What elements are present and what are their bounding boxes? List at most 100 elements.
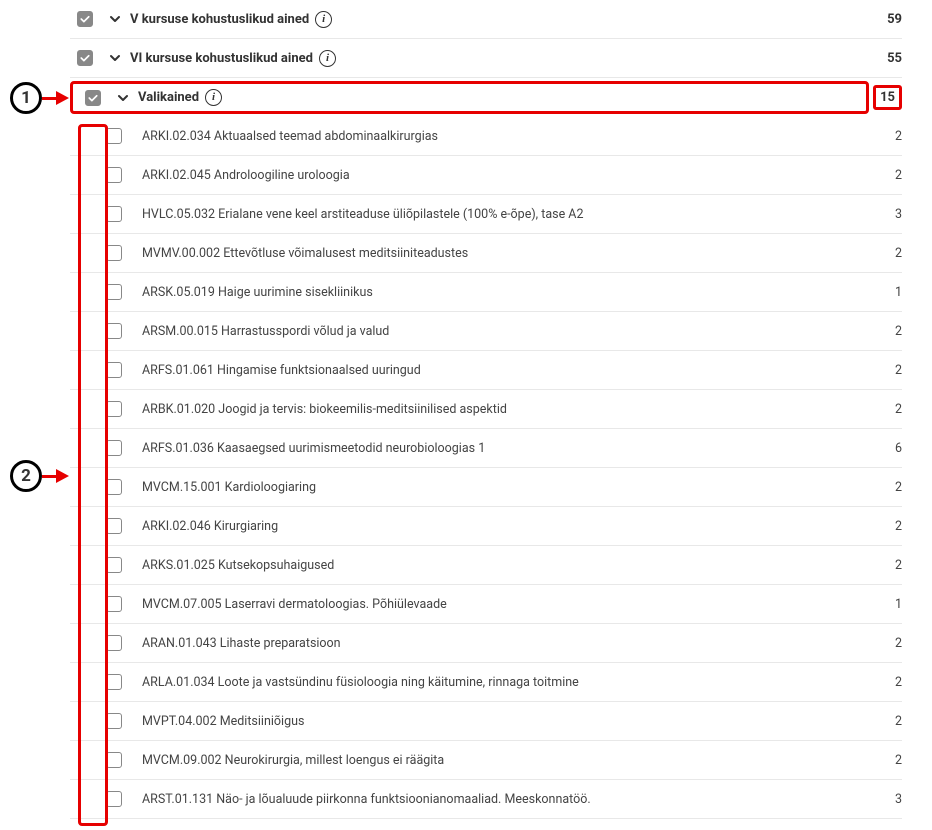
section-row: Valikainedi15 <box>70 78 902 117</box>
callout-2: 2 <box>10 460 69 492</box>
course-checkbox-wrap <box>70 323 130 339</box>
course-checkbox[interactable] <box>106 440 122 456</box>
section-credits: 55 <box>862 51 902 66</box>
course-row: ARFS.01.061 Hingamise funktsionaalsed uu… <box>70 351 902 390</box>
section-label: VI kursuse kohustuslikud ained <box>130 51 313 66</box>
course-name: HVLC.05.032 Erialane vene keel arstitead… <box>130 207 862 222</box>
section-checkbox[interactable] <box>85 90 101 106</box>
course-name: ARFS.01.061 Hingamise funktsionaalsed uu… <box>130 363 862 378</box>
course-row: ARKI.02.046 Kirurgiaring2 <box>70 507 902 546</box>
section-row: V kursuse kohustuslikud ained i 59 <box>70 0 902 39</box>
course-row: MVPT.04.002 Meditsiiniõigus2 <box>70 702 902 741</box>
course-row: ARKI.02.034 Aktuaalsed teemad abdominaal… <box>70 117 902 156</box>
callout-arrow-2 <box>56 469 69 483</box>
section-checkbox-wrap <box>70 50 100 66</box>
course-checkbox[interactable] <box>106 557 122 573</box>
course-credits: 2 <box>862 168 902 183</box>
course-checkbox-wrap <box>70 557 130 573</box>
course-checkbox[interactable] <box>106 401 122 417</box>
info-icon[interactable]: i <box>315 11 332 28</box>
course-checkbox[interactable] <box>106 596 122 612</box>
callout-arrow-1 <box>56 91 69 105</box>
course-checkbox-wrap <box>70 167 130 183</box>
chevron-down-icon[interactable] <box>100 50 130 66</box>
section-checkbox-wrap <box>70 11 100 27</box>
course-row: MVCM.07.005 Laserravi dermatoloogias. Põ… <box>70 585 902 624</box>
section-checkbox-wrap <box>78 90 108 106</box>
course-credits: 2 <box>862 753 902 768</box>
course-credits: 2 <box>862 519 902 534</box>
course-credits: 2 <box>862 324 902 339</box>
course-checkbox[interactable] <box>106 791 122 807</box>
section-label: V kursuse kohustuslikud ained <box>130 12 309 27</box>
course-checkbox-wrap <box>70 479 130 495</box>
course-name: ARST.01.131 Näo- ja lõualuude piirkonna … <box>130 792 862 807</box>
course-credits: 3 <box>862 792 902 807</box>
callout-line-2 <box>42 475 56 478</box>
course-checkbox[interactable] <box>106 284 122 300</box>
course-checkbox[interactable] <box>106 479 122 495</box>
section-label: Valikained <box>138 90 199 105</box>
course-row: ARKS.01.025 Kutsekopsuhaigused2 <box>70 546 902 585</box>
course-checkbox-wrap <box>70 674 130 690</box>
course-checkbox[interactable] <box>106 674 122 690</box>
course-row: ARKI.02.045 Androloogiline uroloogia2 <box>70 156 902 195</box>
course-checkbox-wrap <box>70 206 130 222</box>
course-credits: 2 <box>862 714 902 729</box>
course-checkbox-wrap <box>70 518 130 534</box>
section-label-wrap: Valikained i <box>138 89 861 106</box>
course-checkbox-wrap <box>70 128 130 144</box>
callout-1: 1 <box>10 82 69 114</box>
course-name: MVMV.00.002 Ettevõtluse võimalusest medi… <box>130 246 862 261</box>
course-checkbox-wrap <box>70 362 130 378</box>
section-row: VI kursuse kohustuslikud ained i 55 <box>70 39 902 78</box>
course-name: ARSK.05.019 Haige uurimine sisekliinikus <box>130 285 862 300</box>
section-checkbox[interactable] <box>77 50 93 66</box>
course-row: MVMV.00.002 Ettevõtluse võimalusest medi… <box>70 234 902 273</box>
course-checkbox-wrap <box>70 596 130 612</box>
course-credits: 2 <box>862 363 902 378</box>
course-row: MVCM.09.002 Neurokirurgia, millest loeng… <box>70 741 902 780</box>
course-name: ARFS.01.036 Kaasaegsed uurimismeetodid n… <box>130 441 862 456</box>
course-checkbox[interactable] <box>106 245 122 261</box>
course-name: MVPT.04.002 Meditsiiniõigus <box>130 714 862 729</box>
course-checkbox[interactable] <box>106 635 122 651</box>
course-credits: 2 <box>862 675 902 690</box>
course-credits: 1 <box>862 597 902 612</box>
course-credits: 6 <box>862 441 902 456</box>
course-name: MVCM.07.005 Laserravi dermatoloogias. Põ… <box>130 597 862 612</box>
course-checkbox[interactable] <box>106 362 122 378</box>
info-icon[interactable]: i <box>205 89 222 106</box>
section-credits: 59 <box>862 12 902 27</box>
course-checkbox[interactable] <box>106 713 122 729</box>
course-row: MVCM.15.001 Kardioloogiaring2 <box>70 468 902 507</box>
course-row: ARAN.01.043 Lihaste preparatsioon2 <box>70 624 902 663</box>
course-row: ARBK.01.020 Joogid ja tervis: biokeemili… <box>70 390 902 429</box>
course-checkbox[interactable] <box>106 323 122 339</box>
course-name: ARKI.02.045 Androloogiline uroloogia <box>130 168 862 183</box>
chevron-down-icon[interactable] <box>108 90 138 106</box>
course-checkbox-wrap <box>70 245 130 261</box>
course-checkbox-wrap <box>70 440 130 456</box>
course-checkbox[interactable] <box>106 167 122 183</box>
course-checkbox-wrap <box>70 752 130 768</box>
course-checkbox[interactable] <box>106 206 122 222</box>
course-credits: 1 <box>862 285 902 300</box>
section-label-wrap: VI kursuse kohustuslikud ained i <box>130 50 862 67</box>
chevron-down-icon[interactable] <box>100 11 130 27</box>
course-checkbox[interactable] <box>106 518 122 534</box>
course-name: ARKI.02.034 Aktuaalsed teemad abdominaal… <box>130 129 862 144</box>
course-credits: 3 <box>862 207 902 222</box>
course-credits: 2 <box>862 129 902 144</box>
course-credits: 2 <box>862 480 902 495</box>
info-icon[interactable]: i <box>319 50 336 67</box>
course-name: ARLA.01.034 Loote ja vastsündinu füsiolo… <box>130 675 862 690</box>
section-checkbox[interactable] <box>77 11 93 27</box>
course-credits: 2 <box>862 636 902 651</box>
course-name: ARSM.00.015 Harrastusspordi võlud ja val… <box>130 324 862 339</box>
course-checkbox[interactable] <box>106 752 122 768</box>
highlight-section-wrap: Valikained i <box>70 81 869 114</box>
course-checkbox[interactable] <box>106 128 122 144</box>
course-checkbox-wrap <box>70 401 130 417</box>
course-credits: 2 <box>862 246 902 261</box>
